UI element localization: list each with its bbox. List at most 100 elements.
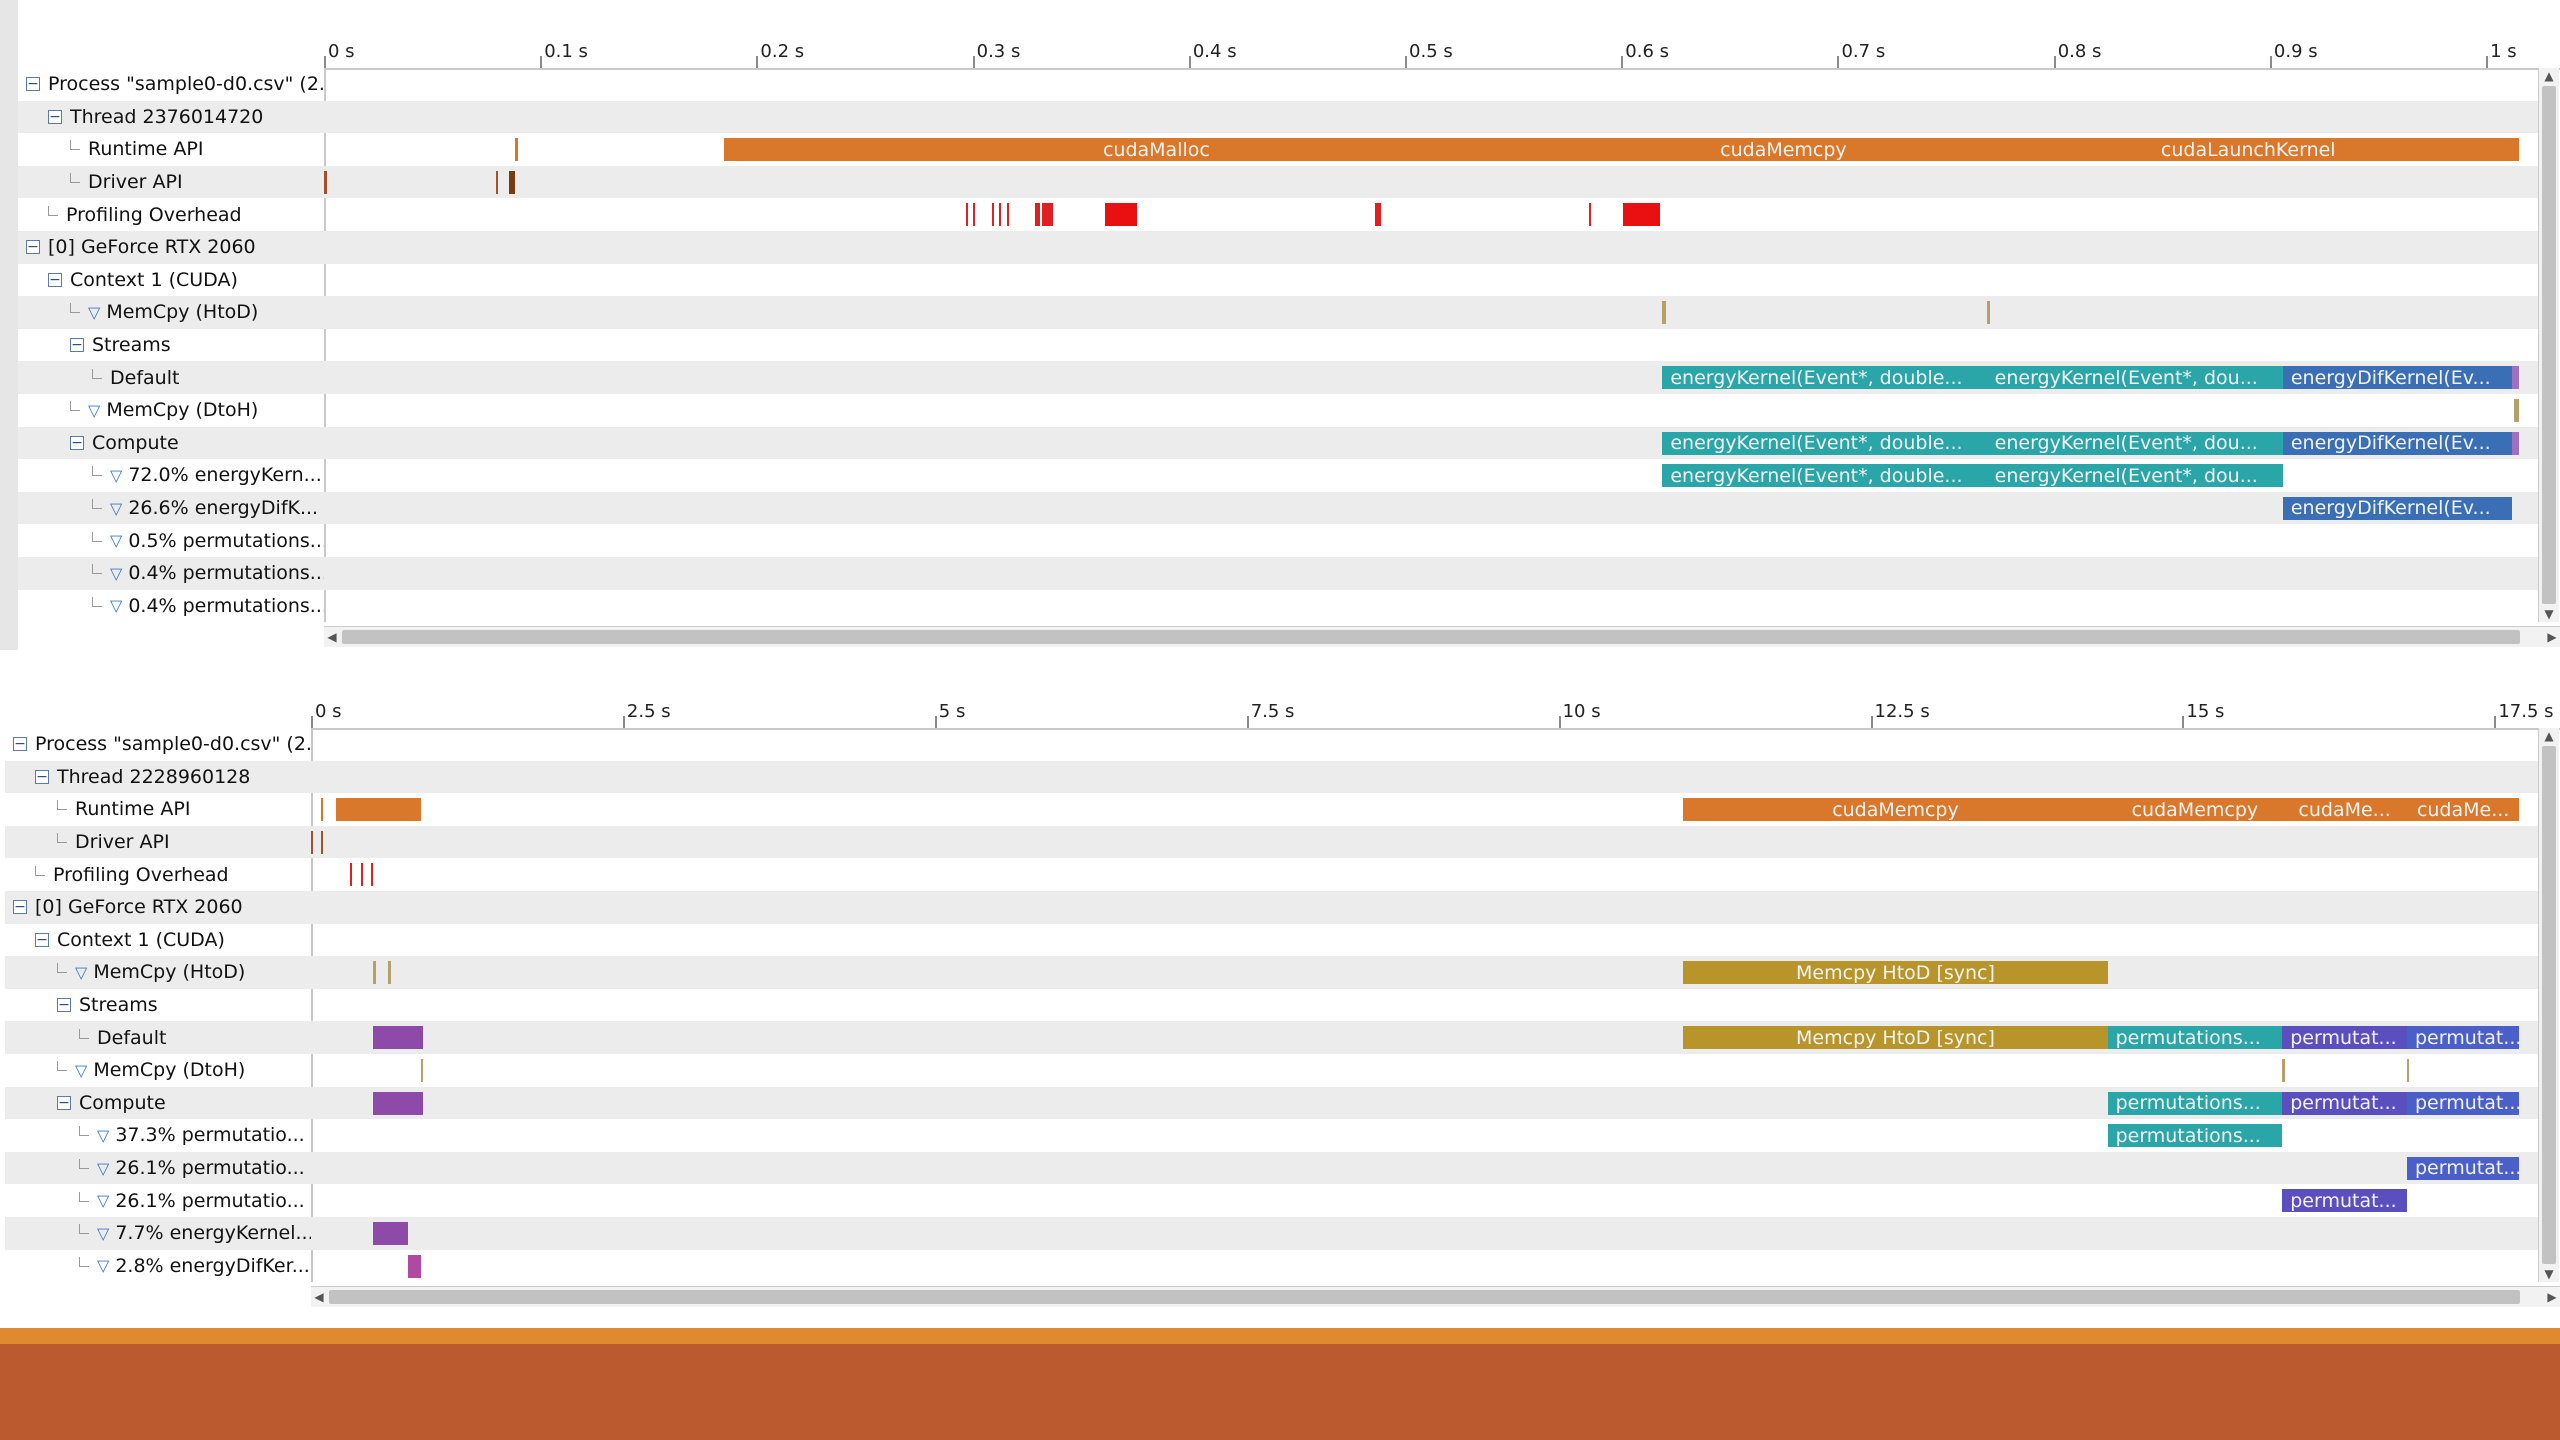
timeline-bar[interactable] bbox=[1986, 301, 1990, 325]
collapse-icon[interactable]: − bbox=[57, 998, 71, 1013]
tree-row[interactable]: Profiling Overhead bbox=[18, 198, 324, 231]
timeline-bar[interactable] bbox=[373, 1026, 424, 1050]
filter-icon[interactable]: ▽ bbox=[110, 499, 122, 518]
timeline-bar[interactable]: energyKernel(Event*, dou... bbox=[1986, 464, 2283, 488]
time-ruler[interactable]: 0 s 0.1 s 0.2 s 0.3 s 0.4 s 0.5 s 0.6 s 0.7 s 0.… bbox=[324, 30, 2560, 70]
filter-icon[interactable]: ▽ bbox=[110, 466, 122, 485]
timeline-bar[interactable] bbox=[508, 170, 516, 194]
tree-row[interactable]: ▽ 26.1% permutatio... bbox=[5, 1151, 311, 1185]
time-ruler[interactable]: 0 s 2.5 s 5 s 7.5 s 10 s 12.5 s 15 s 17.5 s bbox=[311, 690, 2560, 730]
tree-row[interactable]: − Streams bbox=[5, 989, 311, 1022]
tree-row[interactable]: Profiling Overhead bbox=[5, 858, 311, 891]
timeline-bar[interactable] bbox=[420, 1059, 424, 1082]
timeline-bar[interactable] bbox=[335, 798, 421, 822]
vertical-scrollbar[interactable]: ▲ ▼ bbox=[2538, 728, 2559, 1283]
timeline-bar[interactable] bbox=[992, 203, 995, 227]
timeline-bar[interactable] bbox=[388, 961, 391, 985]
tree-row[interactable]: − Thread 2376014720 bbox=[18, 100, 324, 134]
filter-icon[interactable]: ▽ bbox=[75, 963, 87, 982]
timeline-bar[interactable]: cudaMemcpy bbox=[2107, 798, 2283, 822]
scroll-down-arrow-icon[interactable]: ▼ bbox=[2539, 1266, 2559, 1282]
timeline-bar[interactable] bbox=[1662, 301, 1666, 325]
timeline-bar[interactable]: energyKernel(Event*, double... bbox=[1662, 366, 1987, 390]
timeline-bar[interactable]: Memcpy HtoD [sync] bbox=[1683, 1026, 2108, 1050]
timeline-bar[interactable]: permutat... bbox=[2407, 1026, 2520, 1050]
tree-row[interactable]: − Context 1 (CUDA) bbox=[5, 924, 311, 957]
scroll-right-arrow-icon[interactable]: ▶ bbox=[2544, 1287, 2560, 1307]
timeline-bar[interactable] bbox=[1588, 203, 1591, 227]
collapse-icon[interactable]: − bbox=[26, 240, 40, 255]
scroll-up-arrow-icon[interactable]: ▲ bbox=[2539, 68, 2559, 84]
collapse-icon[interactable]: − bbox=[57, 1095, 71, 1110]
tree-row[interactable]: Runtime API bbox=[18, 133, 324, 166]
collapse-icon[interactable]: − bbox=[48, 272, 62, 287]
timeline-bar[interactable]: cudaMemcpy bbox=[1588, 138, 1978, 162]
timeline-bar[interactable]: permutat... bbox=[2282, 1026, 2407, 1050]
timeline-bar[interactable] bbox=[373, 1222, 409, 1245]
tree-row[interactable]: ▽ 72.0% energyKern... bbox=[18, 459, 324, 492]
filter-icon[interactable]: ▽ bbox=[97, 1191, 109, 1210]
scroll-left-arrow-icon[interactable]: ◀ bbox=[311, 1287, 327, 1307]
tree-row[interactable]: − [0] GeForce RTX 2060 bbox=[18, 231, 324, 264]
filter-icon[interactable]: ▽ bbox=[110, 531, 122, 550]
collapse-icon[interactable]: − bbox=[35, 769, 49, 784]
collapse-icon[interactable]: − bbox=[70, 435, 84, 450]
tree-row[interactable]: − Compute bbox=[18, 426, 324, 460]
timeline-bar[interactable]: energyKernel(Event*, double... bbox=[1662, 431, 1987, 455]
timeline-bar[interactable]: permutat... bbox=[2282, 1091, 2407, 1115]
tree-row[interactable]: − Thread 2228960128 bbox=[5, 760, 311, 794]
timeline-bar[interactable] bbox=[349, 863, 353, 887]
timeline-bar[interactable] bbox=[1041, 203, 1053, 227]
tree-row[interactable]: Default bbox=[5, 1021, 311, 1054]
timeline-bar[interactable] bbox=[2407, 1059, 2410, 1082]
timeline-bar[interactable]: permutations... bbox=[2107, 1091, 2283, 1115]
timeline-bar[interactable] bbox=[324, 170, 327, 194]
timeline-area[interactable]: cudaMalloc cudaMemcpy cudaLaunchKernel ener… bbox=[324, 68, 2538, 622]
tree-row[interactable]: ▽ MemCpy (HtoD) bbox=[18, 296, 324, 329]
timeline-bar[interactable] bbox=[1374, 203, 1382, 227]
timeline-bar[interactable] bbox=[1623, 203, 1661, 227]
horizontal-scrollbar-thumb[interactable] bbox=[329, 1290, 2520, 1305]
tree-row[interactable]: − Context 1 (CUDA) bbox=[18, 264, 324, 297]
timeline-bar[interactable] bbox=[972, 203, 975, 227]
timeline-bar[interactable]: permutations... bbox=[2107, 1026, 2283, 1050]
timeline-bar[interactable]: cudaMemcpy bbox=[1683, 798, 2108, 822]
tree-row[interactable]: ▽ 0.5% permutations... bbox=[18, 524, 324, 557]
timeline-bar[interactable]: energyDifKernel(Ev... bbox=[2282, 431, 2513, 455]
tree-row[interactable]: ▽ 0.4% permutations... bbox=[18, 557, 324, 590]
timeline-bar[interactable] bbox=[998, 203, 1001, 227]
timeline-bar[interactable] bbox=[311, 830, 314, 854]
timeline-bar[interactable] bbox=[360, 863, 364, 887]
tree-row[interactable]: Driver API bbox=[18, 165, 324, 199]
collapse-icon[interactable]: − bbox=[48, 109, 62, 124]
scroll-up-arrow-icon[interactable]: ▲ bbox=[2539, 728, 2559, 744]
timeline-bar[interactable] bbox=[495, 170, 499, 194]
tree-row[interactable]: ▽ 0.4% permutations... bbox=[18, 590, 324, 623]
timeline-bar[interactable]: energyKernel(Event*, double... bbox=[1662, 464, 1987, 488]
timeline-bar[interactable] bbox=[966, 203, 969, 227]
tree-row[interactable]: − Compute bbox=[5, 1086, 311, 1120]
timeline-bar[interactable]: energyDifKernel(Ev... bbox=[2282, 496, 2513, 520]
tree-row[interactable]: − [0] GeForce RTX 2060 bbox=[5, 891, 311, 924]
filter-icon[interactable]: ▽ bbox=[75, 1061, 87, 1080]
filter-icon[interactable]: ▽ bbox=[110, 564, 122, 583]
horizontal-scrollbar[interactable]: ◀ ▶ bbox=[324, 626, 2560, 648]
tree-row[interactable]: ▽ 2.8% energyDifKer... bbox=[5, 1250, 311, 1283]
timeline-bar[interactable] bbox=[1007, 203, 1010, 227]
timeline-bar[interactable] bbox=[320, 798, 324, 822]
timeline-bar[interactable] bbox=[1104, 203, 1137, 227]
filter-icon[interactable]: ▽ bbox=[88, 401, 100, 420]
collapse-icon[interactable]: − bbox=[26, 77, 40, 92]
tree-row[interactable]: − Process "sample0-d0.csv" (2... bbox=[5, 728, 311, 761]
timeline-bar[interactable]: cudaMe... bbox=[2407, 798, 2520, 822]
timeline-area[interactable]: cudaMemcpy cudaMemcpy cudaMe... cudaMe... Me… bbox=[311, 728, 2538, 1282]
scroll-right-arrow-icon[interactable]: ▶ bbox=[2544, 627, 2560, 647]
timeline-bar[interactable]: cudaMalloc bbox=[723, 138, 1589, 162]
horizontal-scrollbar-thumb[interactable] bbox=[342, 630, 2520, 645]
timeline-bar[interactable]: cudaLaunchKernel bbox=[1978, 138, 2519, 162]
filter-icon[interactable]: ▽ bbox=[97, 1126, 109, 1145]
timeline-bar[interactable]: energyKernel(Event*, dou... bbox=[1986, 431, 2283, 455]
scroll-down-arrow-icon[interactable]: ▼ bbox=[2539, 606, 2559, 622]
timeline-bar[interactable]: energyDifKernel(Ev... bbox=[2282, 366, 2513, 390]
vertical-scrollbar-thumb[interactable] bbox=[2542, 86, 2556, 605]
